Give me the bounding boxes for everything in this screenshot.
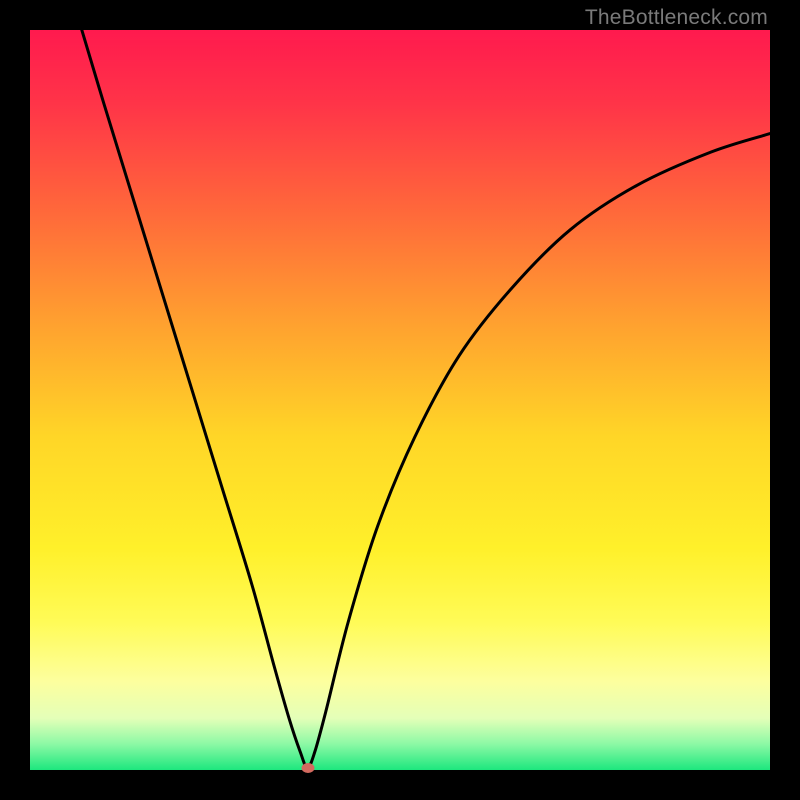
minimum-marker-icon bbox=[301, 763, 314, 773]
chart-container: TheBottleneck.com bbox=[0, 0, 800, 800]
curve-layer bbox=[30, 30, 770, 770]
watermark-text: TheBottleneck.com bbox=[585, 6, 768, 30]
bottleneck-curve bbox=[82, 30, 770, 768]
plot-area bbox=[30, 30, 770, 770]
